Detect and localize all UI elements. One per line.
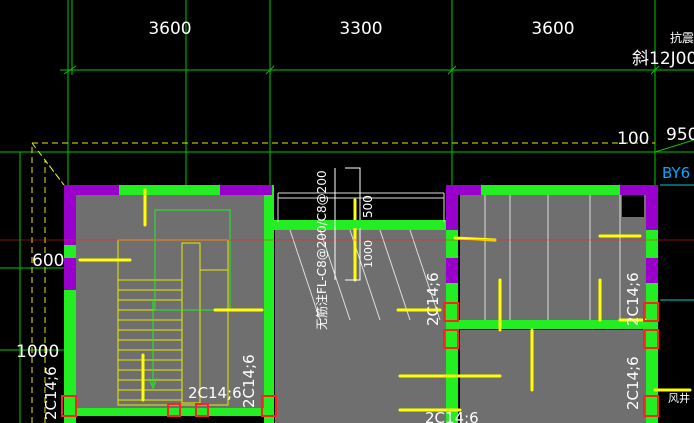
rebar-center: 2C14;6 — [188, 384, 242, 402]
floor-plan-drawing[interactable]: 3600 3300 3600 抗震墙 斜12J00 100 950 BY6 60… — [0, 0, 694, 423]
rebar-bottom: 2C14;6 — [425, 409, 479, 423]
rebar-vert-center: 2C14;6 — [240, 354, 258, 408]
label-by: BY6 — [662, 164, 690, 182]
dim-top-1: 3600 — [148, 19, 191, 39]
rebar-right-1: 2C14;6 — [624, 272, 642, 326]
label-right-cn: 抗震墙 — [670, 30, 694, 45]
dim-600: 600 — [32, 251, 64, 271]
rebar-right-2: 2C14;6 — [624, 356, 642, 410]
dim-top-2: 3300 — [339, 19, 382, 39]
dim-1000: 1000 — [16, 342, 59, 362]
cad-canvas[interactable]: 3600 3300 3600 抗震墙 斜12J00 100 950 BY6 60… — [0, 0, 694, 423]
slab-note: 无筋注FL-C8@200/C8@200 — [314, 170, 329, 330]
rebar-mid: 2C14;6 — [424, 272, 442, 326]
dim-100: 100 — [617, 129, 649, 149]
rebar-left: 2C14;6 — [42, 366, 60, 420]
dim-vert-500: 500 — [361, 195, 375, 218]
label-j: 斜12J00 — [632, 49, 694, 69]
dim-top-3: 3600 — [531, 19, 574, 39]
marker-block — [350, 220, 364, 228]
dim-vert-1000: 1000 — [362, 240, 375, 268]
cyan-marks — [660, 184, 694, 301]
opening-block — [622, 195, 644, 217]
dim-950: 950 — [666, 125, 694, 145]
wind-shaft-label: 风井 — [668, 391, 690, 405]
